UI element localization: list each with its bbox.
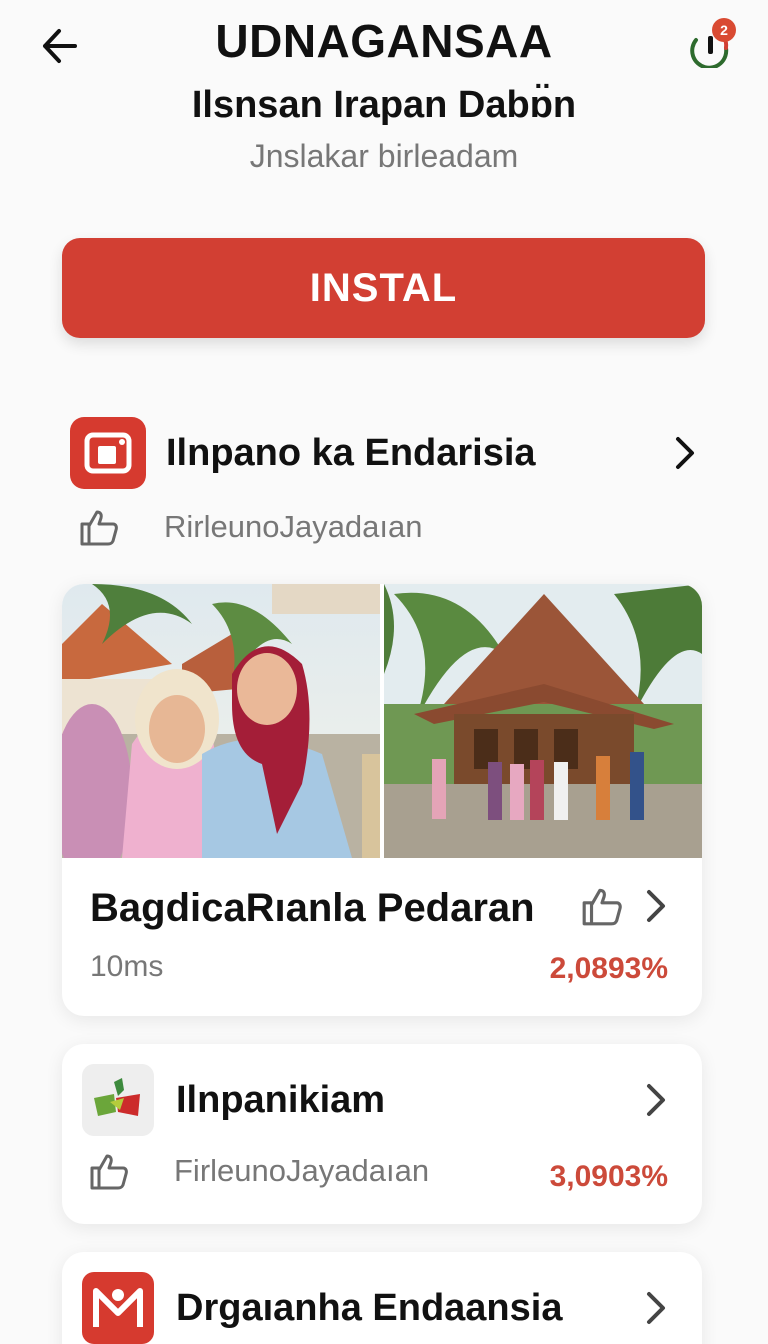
chevron-right-icon — [644, 1082, 668, 1123]
notification-button[interactable]: 2 — [686, 18, 736, 70]
item-meta: FirleunoJayadaıan — [174, 1153, 430, 1188]
featured-card[interactable]: BagdicaRıanla Pedaran 10ms 2,0893% — [62, 584, 702, 1016]
network-app-icon — [82, 1272, 154, 1344]
section-subtitle: RirleunoJayadaıan — [164, 509, 423, 544]
photo-traditional-house — [384, 584, 702, 858]
app-subtitle: Ilsnsan Irapan Dabɒ̈n — [191, 84, 577, 126]
card-title: BagdicaRıanla Pedaran — [90, 886, 535, 930]
list-item[interactable]: Ilnpanikiam FirleunoJayadaıan 3,0903% — [62, 1044, 702, 1224]
card-meta: 10ms — [90, 950, 164, 983]
leaf-app-icon — [82, 1064, 154, 1136]
item-title: Ilnpanikiam — [176, 1078, 386, 1121]
chevron-right-icon — [644, 888, 668, 929]
photo-women-hijab — [62, 584, 380, 858]
thumbs-up-icon — [80, 510, 118, 546]
item-value: 3,0903% — [549, 1160, 668, 1193]
section-header[interactable]: Ilnpano ka Endarisia — [70, 416, 700, 490]
install-button[interactable]: INSTAL — [62, 238, 705, 338]
list-item[interactable]: Drgaıanha Endaansia — [62, 1252, 702, 1344]
app-title: UDNAGANSAA — [215, 15, 553, 67]
card-value: 2,0893% — [549, 952, 668, 985]
chevron-right-icon — [670, 433, 700, 473]
notification-badge: 2 — [712, 18, 736, 42]
app-caption: Jnslakar birleadam — [249, 138, 519, 174]
thumbs-up-icon[interactable] — [580, 884, 624, 932]
section-subtitle-row: RirleunoJayadaıan — [78, 502, 423, 552]
chevron-right-icon — [644, 1290, 668, 1331]
thumbs-up-icon — [90, 1154, 128, 1190]
card-photo — [62, 584, 702, 858]
item-title: Drgaıanha Endaansia — [176, 1286, 563, 1329]
camera-app-icon — [70, 417, 146, 489]
section-title: Ilnpano ka Endarisia — [166, 431, 536, 474]
